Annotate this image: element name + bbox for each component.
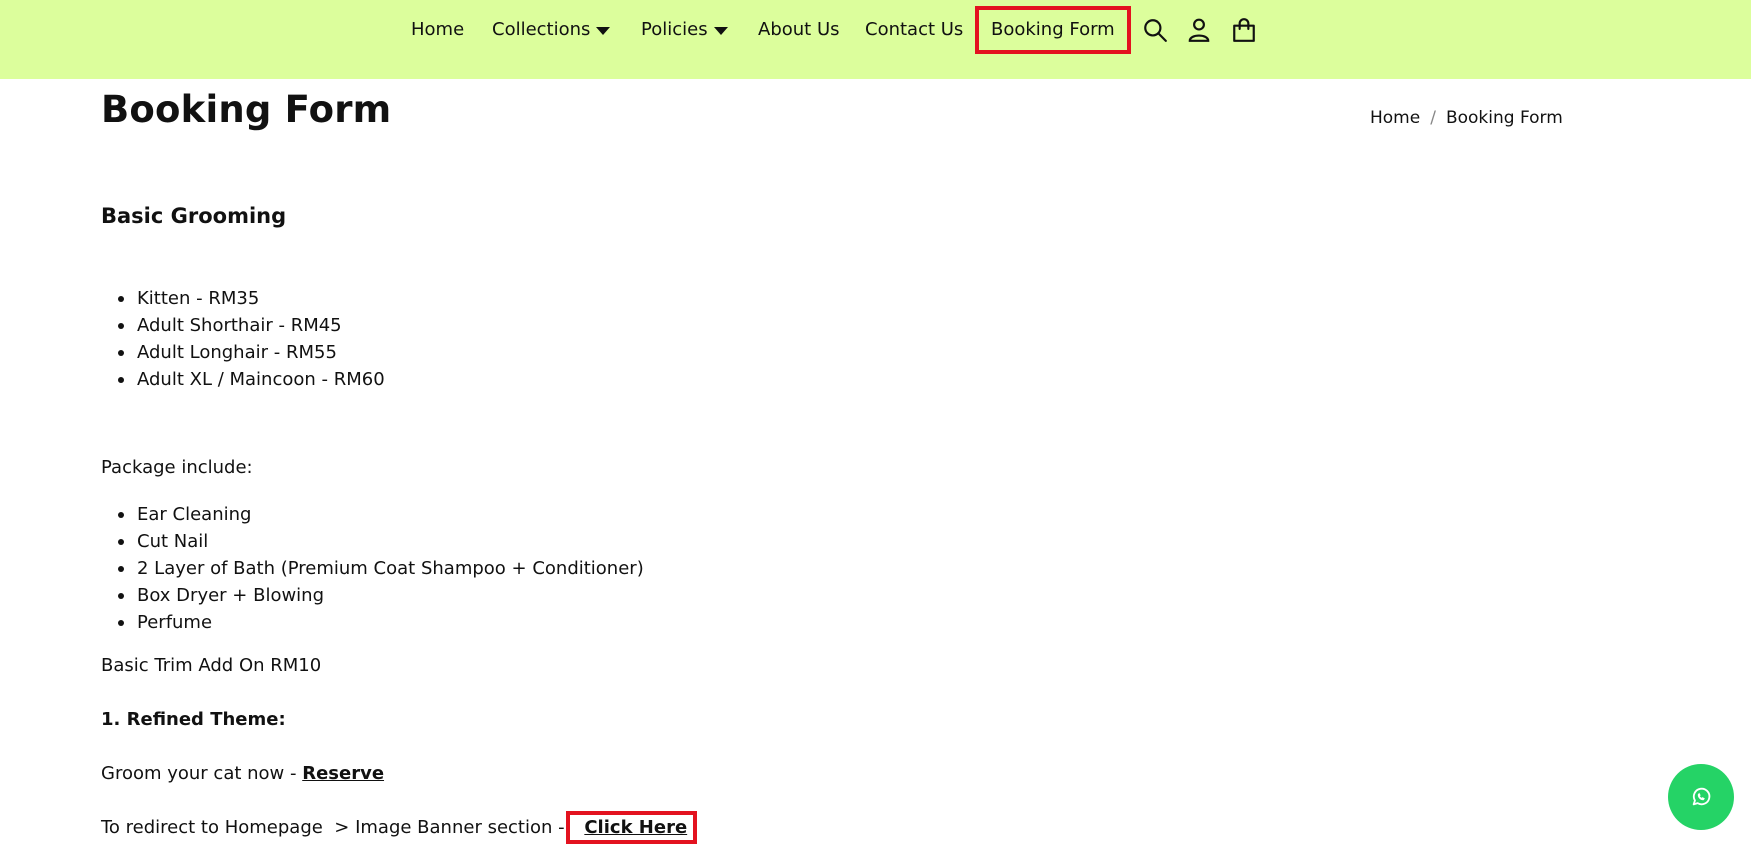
package-label: Package include: (101, 457, 253, 478)
nav-contact-us-label: Contact Us (865, 19, 964, 40)
breadcrumb: Home / Booking Form (1370, 108, 1563, 128)
list-item: Box Dryer + Blowing (101, 582, 644, 609)
redirect-line: To redirect to Homepage > Image Banner s… (101, 811, 698, 844)
nav-policies-label: Policies (641, 19, 708, 40)
breadcrumb-home[interactable]: Home (1370, 108, 1420, 128)
list-item: Kitten - RM35 (101, 285, 385, 312)
nav-collections[interactable]: Collections (492, 14, 611, 46)
groom-line: Groom your cat now - Reserve (101, 763, 384, 784)
search-icon[interactable] (1140, 14, 1170, 46)
nav-home-label: Home (411, 19, 465, 40)
list-item: Adult Shorthair - RM45 (101, 312, 385, 339)
redirect-text: To redirect to Homepage > Image Banner s… (101, 817, 571, 838)
addon-text: Basic Trim Add On RM10 (101, 655, 322, 676)
account-icon[interactable] (1184, 14, 1214, 46)
list-item: Cut Nail (101, 528, 644, 555)
breadcrumb-current: Booking Form (1445, 108, 1563, 128)
whatsapp-button[interactable] (1668, 764, 1734, 830)
section-heading: Basic Grooming (101, 204, 287, 228)
package-list: Ear Cleaning Cut Nail 2 Layer of Bath (P… (101, 501, 644, 636)
list-item: Ear Cleaning (101, 501, 644, 528)
list-item: Adult Longhair - RM55 (101, 339, 385, 366)
caret-down-icon (596, 27, 611, 35)
nav-about-us-label: About Us (758, 19, 840, 40)
nav-home[interactable]: Home (411, 14, 464, 46)
nav-booking-form[interactable]: Booking Form (975, 6, 1131, 54)
nav-collections-label: Collections (492, 19, 591, 40)
price-list: Kitten - RM35 Adult Shorthair - RM45 Adu… (101, 285, 385, 393)
groom-text: Groom your cat now - (101, 763, 303, 784)
cart-icon[interactable] (1229, 14, 1259, 46)
reserve-link[interactable]: Reserve (302, 763, 384, 784)
page-title: Booking Form (101, 88, 392, 131)
theme-heading: 1. Refined Theme: (101, 709, 286, 730)
nav-contact-us[interactable]: Contact Us (865, 14, 963, 46)
nav-booking-form-label: Booking Form (991, 19, 1115, 40)
list-item: Perfume (101, 609, 644, 636)
breadcrumb-separator: / (1430, 108, 1436, 128)
click-here-link[interactable]: Click Here (584, 817, 687, 838)
nav-about-us[interactable]: About Us (758, 14, 840, 46)
click-here-highlight: Click Here (566, 811, 698, 844)
top-navigation-bar: Home Collections Policies About Us Conta… (0, 0, 1751, 79)
caret-down-icon (713, 27, 728, 35)
list-item: 2 Layer of Bath (Premium Coat Shampoo + … (101, 555, 644, 582)
list-item: Adult XL / Maincoon - RM60 (101, 366, 385, 393)
nav-policies[interactable]: Policies (641, 14, 728, 46)
whatsapp-icon (1692, 787, 1711, 806)
